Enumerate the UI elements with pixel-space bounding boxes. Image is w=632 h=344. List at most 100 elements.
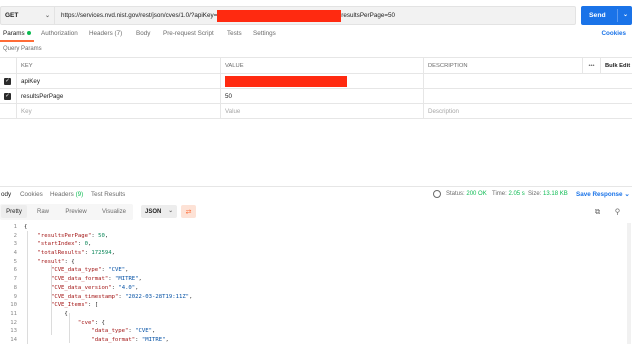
- view-preview-button[interactable]: Preview: [60, 205, 92, 218]
- param-description-field[interactable]: [423, 74, 582, 88]
- save-response-button[interactable]: Save Response ⌄: [576, 191, 630, 198]
- code-line: 9 "CVE_data_timestamp": "2022-03-28T19:1…: [0, 293, 632, 302]
- redaction-block: [217, 9, 342, 22]
- line-number: 1: [13, 224, 17, 230]
- tab-body[interactable]: Body: [136, 30, 150, 37]
- indent-guide: [27, 231, 28, 344]
- tab-response-headers[interactable]: Headers (9): [50, 191, 83, 198]
- url-suffix: resultsPerPage=50: [341, 12, 396, 19]
- new-key-field[interactable]: Key: [16, 104, 220, 118]
- view-pretty-button[interactable]: Pretty: [1, 205, 27, 218]
- table-row: ✓ resultsPerPage 50: [0, 89, 632, 104]
- tab-response-cookies[interactable]: Cookies: [20, 191, 43, 198]
- more-icon[interactable]: •••: [582, 58, 600, 73]
- bulk-edit-button[interactable]: Bulk Edit: [600, 58, 632, 73]
- request-tabs: Params Authorization Headers (7) Body Pr…: [0, 30, 632, 42]
- copy-icon[interactable]: ⧉: [593, 207, 602, 216]
- method-select[interactable]: GET ⌄: [0, 6, 54, 25]
- line-number: 6: [13, 267, 17, 274]
- url-input[interactable]: https://services.nvd.nist.gov/rest/json/…: [54, 6, 576, 25]
- params-header-row: KEY VALUE DESCRIPTION ••• Bulk Edit: [0, 57, 632, 74]
- code-text: {: [64, 310, 68, 317]
- url-prefix: https://services.nvd.nist.gov/rest/json/…: [61, 12, 218, 19]
- row-checkbox-cell: [0, 104, 16, 118]
- code-line: 5 "result": {: [0, 258, 632, 267]
- status-text: Status: 200 OK: [446, 191, 487, 197]
- chevron-down-icon: ⌄: [624, 191, 630, 198]
- format-select[interactable]: JSON ⌄: [141, 205, 177, 218]
- response-body-code[interactable]: 1{2 "resultsPerPage": 50, 3 "startIndex":…: [0, 223, 632, 344]
- tab-response-body[interactable]: ody: [1, 191, 11, 198]
- new-value-field[interactable]: Value: [220, 104, 423, 118]
- wrap-lines-icon[interactable]: ⇄: [181, 205, 196, 218]
- code-text: "cve": {: [77, 319, 105, 326]
- active-dot-icon: [26, 31, 31, 36]
- line-number: 9: [13, 293, 17, 300]
- format-label: JSON: [145, 208, 162, 215]
- code-line: 10 "CVE_Items": [: [0, 301, 632, 310]
- tab-test-results[interactable]: Test Results: [91, 191, 125, 198]
- chevron-down-icon[interactable]: ⌄: [623, 11, 628, 18]
- vertical-scrollbar[interactable]: [627, 223, 631, 344]
- query-params-label: Query Params: [3, 46, 42, 52]
- tab-authorization[interactable]: Authorization: [41, 30, 78, 37]
- request-bar: GET ⌄ https://services.nvd.nist.gov/rest…: [0, 6, 632, 25]
- time-value: 2.05 s: [508, 191, 525, 197]
- status-value: 200 OK: [466, 191, 487, 197]
- tab-label: Headers: [50, 191, 74, 198]
- header-value: VALUE: [220, 58, 423, 73]
- param-value-field[interactable]: 50: [220, 89, 423, 103]
- tab-headers[interactable]: Headers (7): [89, 30, 122, 37]
- code-line: 13 "data_type": "CVE",: [0, 327, 632, 336]
- size-label: Size:: [528, 191, 542, 197]
- size-value: 13.18 KB: [543, 191, 568, 197]
- search-icon[interactable]: ⚲: [613, 207, 622, 216]
- view-raw-button[interactable]: Raw: [31, 205, 55, 218]
- send-label: Send: [589, 12, 606, 19]
- tab-params[interactable]: Params: [3, 30, 31, 37]
- code-line: 11 {: [0, 310, 632, 319]
- param-value-field[interactable]: [220, 74, 423, 88]
- code-text: "CVE_data_version": "4.0",: [50, 284, 139, 291]
- tab-tests[interactable]: Tests: [227, 30, 242, 37]
- code-line: 6 "CVE_data_type": "CVE",: [0, 266, 632, 275]
- view-visualize-button[interactable]: Visualize: [97, 205, 131, 218]
- chevron-down-icon: ⌄: [168, 208, 173, 214]
- response-bar: ody Cookies Headers (9) Test Results Sta…: [0, 186, 632, 201]
- indent-guide: [51, 265, 52, 335]
- line-number: 10: [10, 302, 17, 309]
- code-line: 4 "totalResults": 172594,: [0, 249, 632, 258]
- code-line: 2 "resultsPerPage": 50,: [0, 232, 632, 241]
- code-text: "startIndex": 0,: [37, 241, 92, 248]
- line-number: 12: [10, 319, 17, 326]
- tab-label: Params: [3, 30, 25, 37]
- globe-icon[interactable]: [433, 190, 441, 198]
- params-table: KEY VALUE DESCRIPTION ••• Bulk Edit ✓ ap…: [0, 57, 632, 119]
- param-key-field[interactable]: resultsPerPage: [16, 89, 220, 103]
- tab-pre-request-script[interactable]: Pre-request Script: [163, 30, 214, 37]
- status-label: Status:: [446, 191, 465, 197]
- view-mode-group: Pretty Raw Preview Visualize: [0, 204, 133, 220]
- method-label: GET: [5, 12, 19, 19]
- param-description-field[interactable]: [423, 89, 582, 103]
- line-number: 7: [13, 276, 17, 283]
- redaction-block: [225, 75, 347, 87]
- header-key: KEY: [16, 58, 220, 73]
- line-number: 14: [10, 336, 17, 343]
- checkbox[interactable]: ✓: [4, 92, 11, 100]
- new-description-field[interactable]: Description: [423, 104, 582, 118]
- param-key-field[interactable]: apiKey: [16, 74, 220, 88]
- line-number: 4: [13, 250, 17, 257]
- cookies-link[interactable]: Cookies: [602, 30, 627, 37]
- code-line: 14 "data_format": "MITRE",: [0, 336, 632, 344]
- size-text: Size: 13.18 KB: [528, 191, 568, 197]
- code-text: "CVE_Items": [: [50, 302, 99, 309]
- header-description: DESCRIPTION: [423, 58, 582, 73]
- send-button[interactable]: Send ⌄: [581, 6, 632, 25]
- row-checkbox-cell: ✓: [0, 89, 16, 103]
- indent-guide: [69, 313, 70, 343]
- checkbox[interactable]: ✓: [4, 77, 11, 85]
- tab-settings[interactable]: Settings: [253, 30, 276, 37]
- code-text: "result": {: [37, 258, 75, 265]
- header-checkbox-cell: [0, 58, 16, 73]
